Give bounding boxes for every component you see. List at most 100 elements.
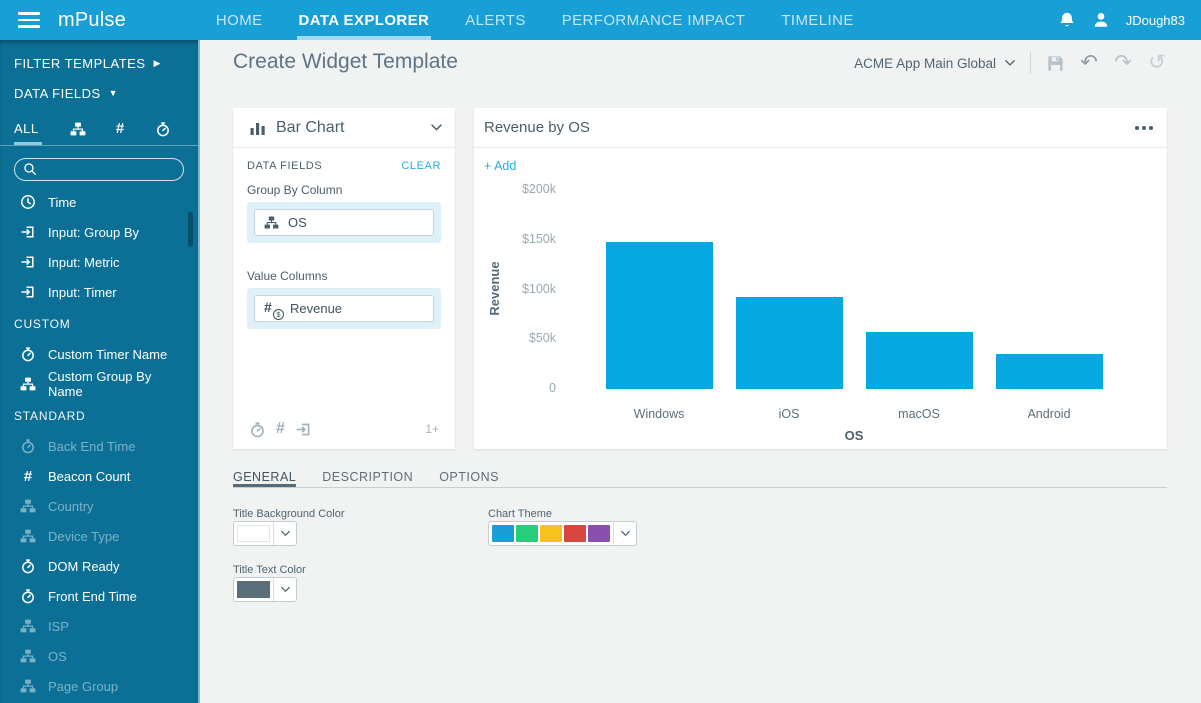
user-icon[interactable] bbox=[1092, 11, 1110, 29]
field-item-input-timer[interactable]: Input: Timer bbox=[0, 277, 198, 307]
field-item-beacon-count[interactable]: #Beacon Count bbox=[0, 461, 198, 491]
ellipsis-menu-icon[interactable] bbox=[1135, 126, 1153, 130]
hamburger-menu-icon[interactable] bbox=[18, 12, 40, 28]
filter-templates-toggle[interactable]: FILTER TEMPLATES ▶ bbox=[0, 48, 198, 78]
field-label: ISP bbox=[48, 619, 69, 634]
theme-swatch bbox=[540, 525, 562, 542]
app-logo[interactable]: mPulse bbox=[58, 9, 126, 32]
chart-bar-android[interactable] bbox=[996, 354, 1103, 389]
chevron-down-icon bbox=[280, 584, 291, 595]
redo-button[interactable]: ↷ bbox=[1113, 53, 1133, 73]
value-columns-label: Value Columns bbox=[247, 269, 441, 283]
chart-bar-macos[interactable] bbox=[866, 332, 973, 389]
add-series-link[interactable]: + Add bbox=[484, 159, 516, 173]
nav-performance-impact[interactable]: PERFORMANCE IMPACT bbox=[562, 0, 746, 40]
sitemap-icon bbox=[20, 618, 36, 634]
tab-metric-fields[interactable]: # bbox=[99, 112, 142, 145]
app-selector[interactable]: ACME App Main Global bbox=[854, 56, 1016, 71]
sitemap-icon bbox=[20, 648, 36, 664]
chip-label: OS bbox=[288, 215, 307, 230]
group-by-column-label: Group By Column bbox=[247, 183, 441, 197]
field-item-input-group-by[interactable]: Input: Group By bbox=[0, 217, 198, 247]
stopwatch-icon bbox=[20, 558, 36, 574]
nav-timeline[interactable]: TIMELINE bbox=[781, 0, 853, 40]
tab-description[interactable]: DESCRIPTION bbox=[322, 470, 413, 487]
nav-data-explorer[interactable]: DATA EXPLORER bbox=[299, 0, 430, 40]
x-tick-label: iOS bbox=[724, 407, 854, 421]
stopwatch-icon bbox=[20, 588, 36, 604]
clear-button[interactable]: CLEAR bbox=[401, 160, 441, 172]
field-label: Back End Time bbox=[48, 439, 135, 454]
widget-type-dropdown[interactable]: Bar Chart bbox=[233, 108, 455, 148]
field-search-input[interactable] bbox=[14, 158, 184, 181]
chart-preview-panel: Revenue by OS + Add Revenue $200k$150k$1… bbox=[474, 108, 1167, 449]
field-item-input-metric[interactable]: Input: Metric bbox=[0, 247, 198, 277]
chart-bars bbox=[594, 190, 1114, 389]
sidebar: FILTER TEMPLATES ▶ DATA FIELDS ▼ ALL # T… bbox=[0, 40, 200, 703]
tab-general[interactable]: GENERAL bbox=[233, 470, 296, 487]
y-tick-label: 0 bbox=[549, 381, 556, 395]
field-item-front-end-time[interactable]: Front End Time bbox=[0, 581, 198, 611]
chevron-down-icon bbox=[620, 528, 631, 539]
undo-button[interactable]: ↶ bbox=[1079, 53, 1099, 73]
chart-theme-dropdown[interactable] bbox=[488, 521, 637, 546]
sidebar-scrollbar[interactable] bbox=[188, 212, 193, 247]
field-label: Page Group bbox=[48, 679, 118, 694]
field-item-dom-ready[interactable]: DOM Ready bbox=[0, 551, 198, 581]
sitemap-icon bbox=[20, 498, 36, 514]
chart-bar-windows[interactable] bbox=[606, 242, 713, 389]
field-label: Front End Time bbox=[48, 589, 137, 604]
chevron-down-icon: ▼ bbox=[109, 89, 118, 98]
search-icon bbox=[23, 162, 37, 176]
field-item-time[interactable]: Time bbox=[0, 187, 198, 217]
tab-groupby-fields[interactable] bbox=[57, 112, 100, 145]
chart-xlabels: WindowsiOSmacOSAndroid bbox=[594, 407, 1114, 421]
input-icon bbox=[295, 421, 312, 438]
chevron-down-icon bbox=[1004, 57, 1016, 69]
tab-all-fields[interactable]: ALL bbox=[14, 112, 57, 145]
top-navigation-bar: mPulse HOME DATA EXPLORER ALERTS PERFORM… bbox=[0, 0, 1201, 40]
divider bbox=[1030, 52, 1031, 74]
nav-alerts[interactable]: ALERTS bbox=[465, 0, 525, 40]
tab-options[interactable]: OPTIONS bbox=[439, 470, 499, 487]
chart-bar-ios[interactable] bbox=[736, 297, 843, 389]
field-label: Input: Metric bbox=[48, 255, 120, 270]
sitemap-icon bbox=[20, 678, 36, 694]
title-text-color-label: Title Text Color bbox=[233, 564, 306, 576]
chart-theme-swatches bbox=[489, 522, 614, 545]
field-label: Custom Group By Name bbox=[48, 369, 184, 399]
save-button[interactable] bbox=[1045, 53, 1065, 73]
field-item-os: OS bbox=[0, 641, 198, 671]
value-columns-drop-zone[interactable]: #$ Revenue bbox=[247, 288, 441, 329]
username[interactable]: JDough83 bbox=[1126, 13, 1185, 28]
group-by-chip-os[interactable]: OS bbox=[254, 209, 434, 236]
field-item-custom-group-by-name[interactable]: Custom Group By Name bbox=[0, 369, 198, 399]
clock-icon bbox=[20, 194, 36, 210]
x-tick-label: macOS bbox=[854, 407, 984, 421]
input-icon bbox=[20, 254, 36, 270]
stopwatch-icon bbox=[249, 421, 266, 438]
input-icon bbox=[20, 284, 36, 300]
field-label: Input: Group By bbox=[48, 225, 139, 240]
title-bg-color-dropdown[interactable] bbox=[233, 521, 297, 546]
group-by-drop-zone[interactable]: OS bbox=[247, 202, 441, 243]
revert-button[interactable]: ↺ bbox=[1147, 53, 1167, 73]
field-item-custom-timer-name[interactable]: Custom Timer Name bbox=[0, 339, 198, 369]
field-item-back-end-time: Back End Time bbox=[0, 431, 198, 461]
field-label: OS bbox=[48, 649, 67, 664]
tab-timer-fields[interactable] bbox=[142, 112, 185, 145]
title-text-color-dropdown[interactable] bbox=[233, 577, 297, 602]
data-fields-toggle[interactable]: DATA FIELDS ▼ bbox=[0, 78, 198, 108]
value-chip-revenue[interactable]: #$ Revenue bbox=[254, 295, 434, 322]
undo-icon: ↶ bbox=[1080, 53, 1098, 73]
chevron-right-icon: ▶ bbox=[154, 59, 161, 68]
theme-swatch bbox=[588, 525, 610, 542]
bell-icon[interactable] bbox=[1058, 11, 1076, 29]
x-axis-title: OS bbox=[594, 428, 1114, 443]
field-item-page-group: Page Group bbox=[0, 671, 198, 701]
nav-home[interactable]: HOME bbox=[216, 0, 263, 40]
standard-section-header: STANDARD bbox=[0, 401, 198, 431]
chart-title: Revenue by OS bbox=[484, 119, 590, 136]
chart-yticks: $200k$150k$100k$50k0 bbox=[474, 190, 556, 389]
save-icon bbox=[1046, 54, 1065, 73]
